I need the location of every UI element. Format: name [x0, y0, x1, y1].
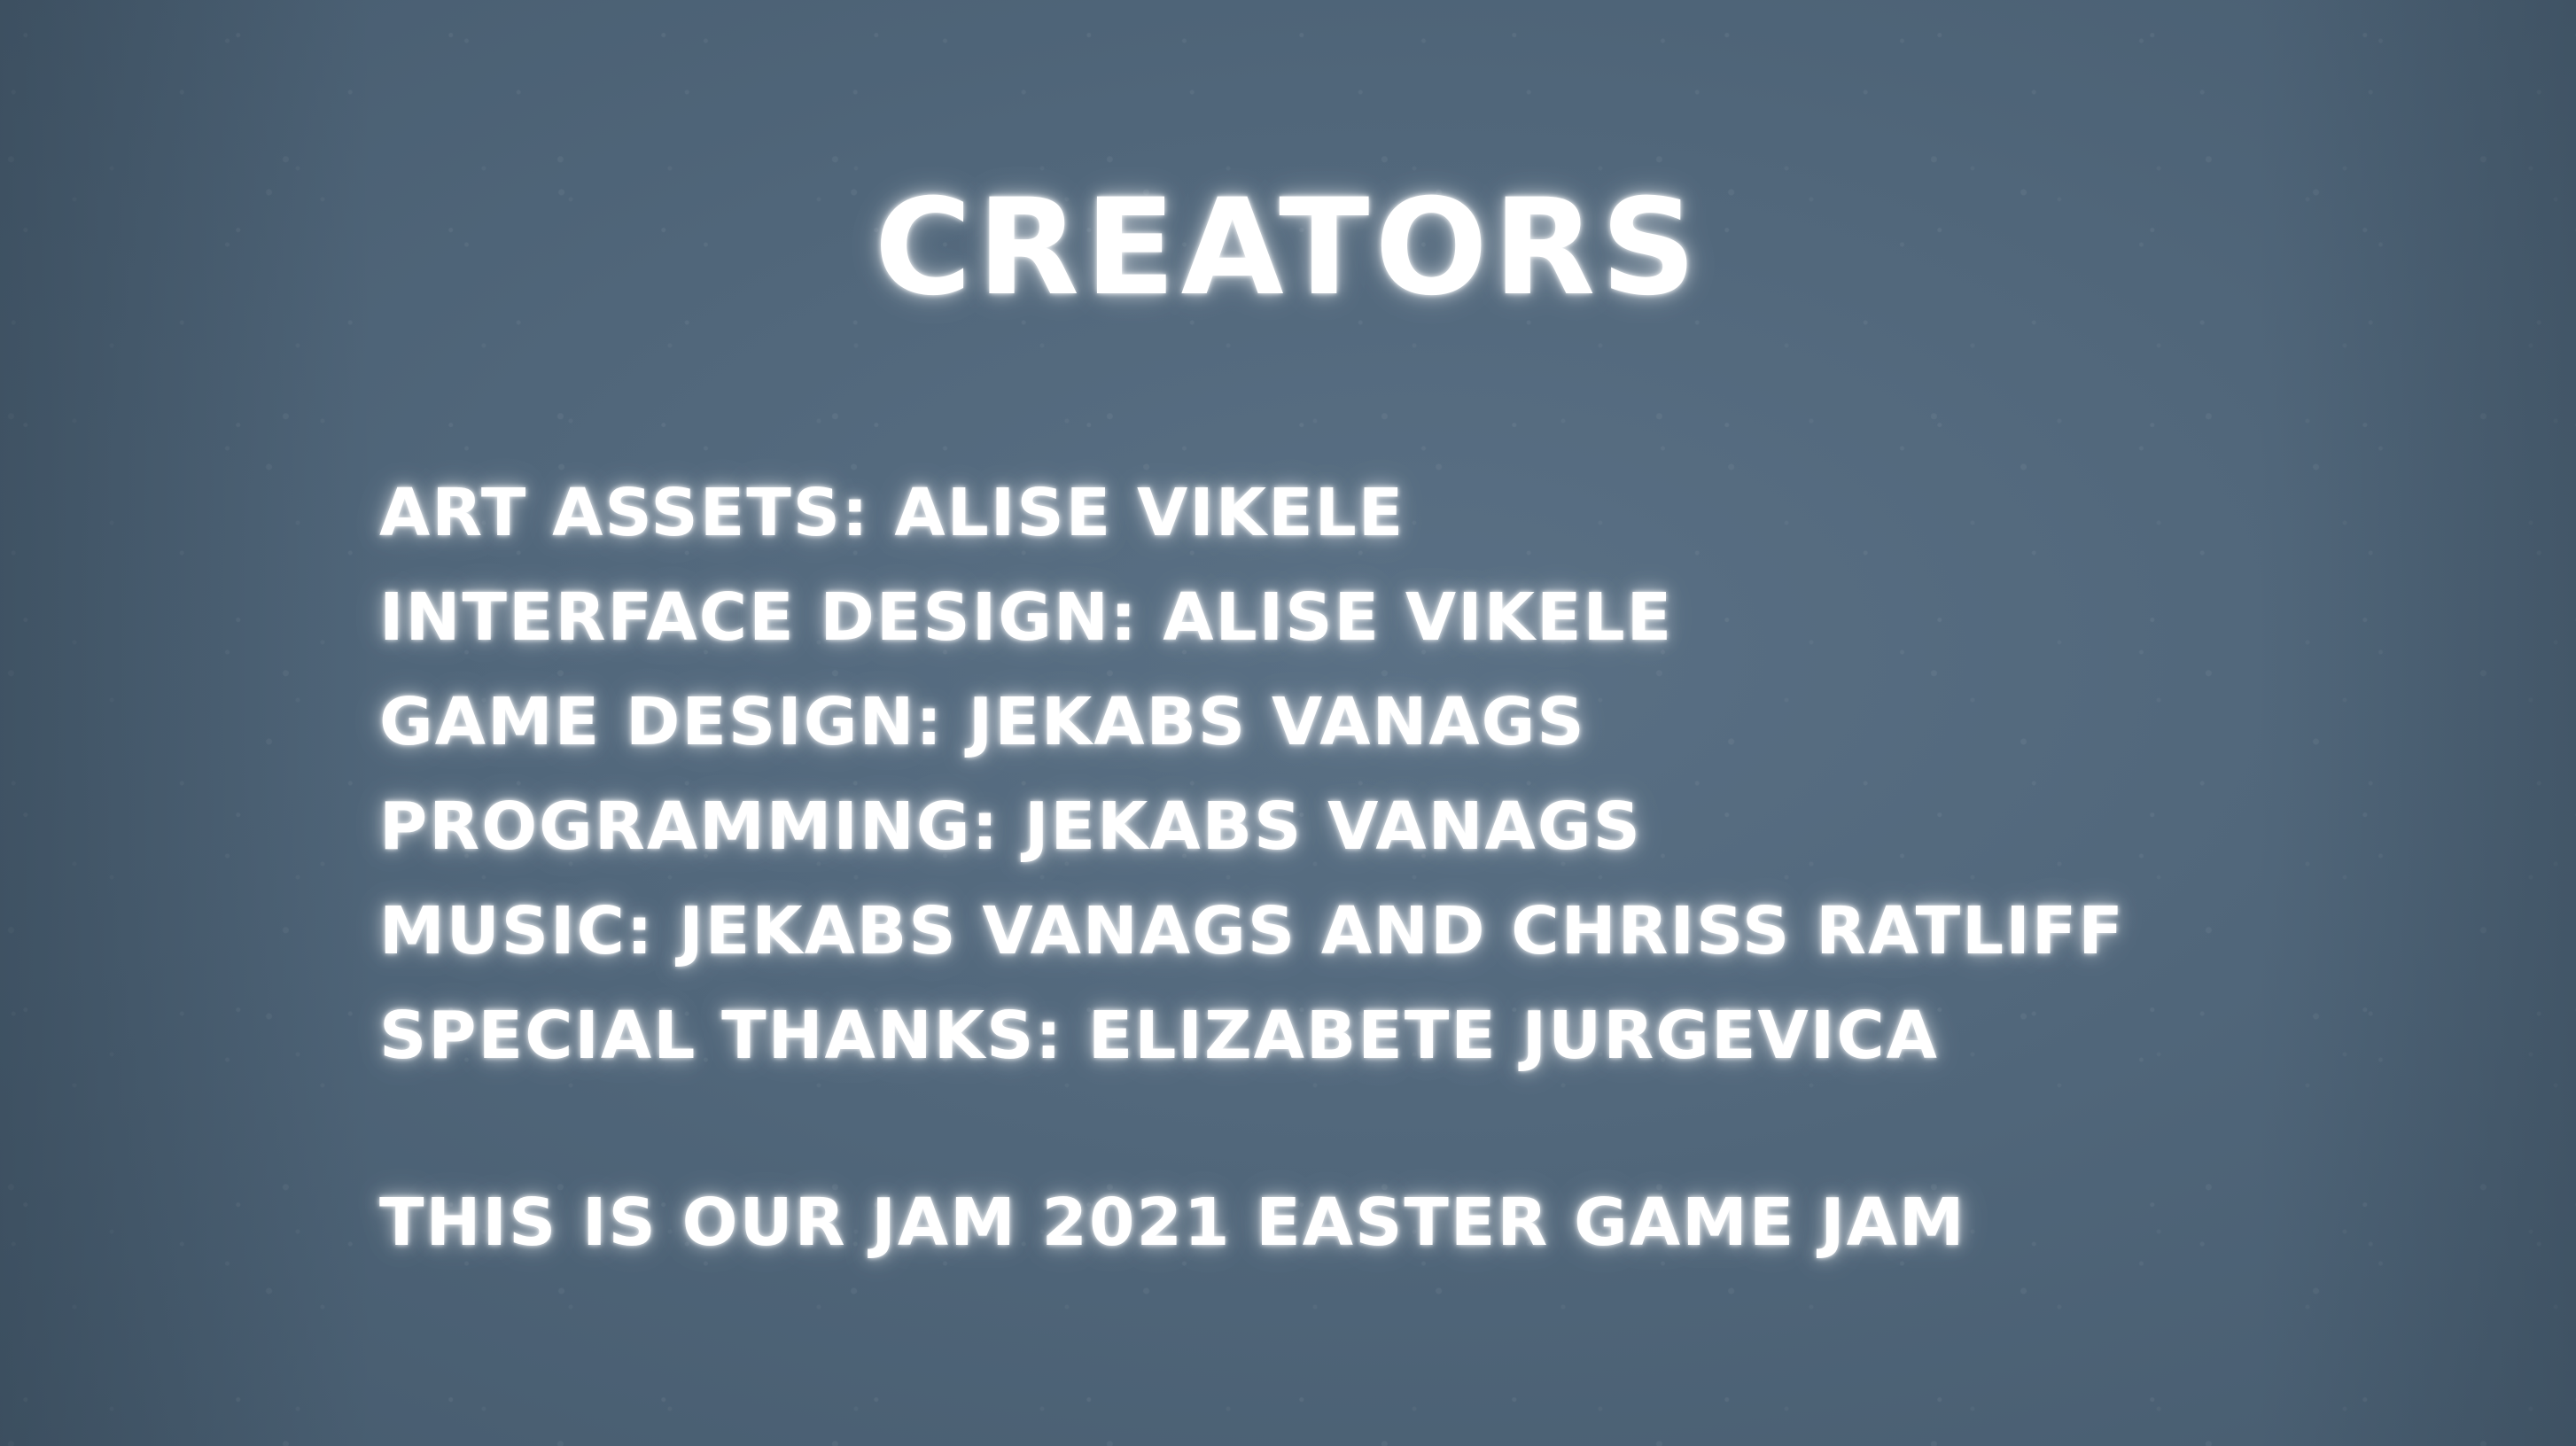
credits-screen: CREATORS ART ASSETS: ALISE VIKELE INTERF…	[0, 0, 2576, 1446]
credit-special-thanks: SPECIAL THANKS: ELIZABETE JURGEVICA	[379, 998, 1939, 1074]
credits-title: CREATORS	[874, 171, 1702, 325]
credit-music: MUSIC: JEKABS VANAGS AND CHRISS RATLIFF	[379, 893, 2125, 969]
credit-programming: PROGRAMMING: JEKABS VANAGS	[379, 789, 1642, 865]
jam-note: THIS IS OUR JAM 2021 EASTER GAME JAM	[379, 1185, 1966, 1261]
credit-interface-design: INTERFACE DESIGN: ALISE VIKELE	[379, 579, 1674, 656]
credit-game-design: GAME DESIGN: JEKABS VANAGS	[379, 684, 1586, 760]
credit-art-assets: ART ASSETS: ALISE VIKELE	[379, 475, 1405, 551]
credits-list: ART ASSETS: ALISE VIKELE INTERFACE DESIG…	[379, 461, 2125, 1088]
